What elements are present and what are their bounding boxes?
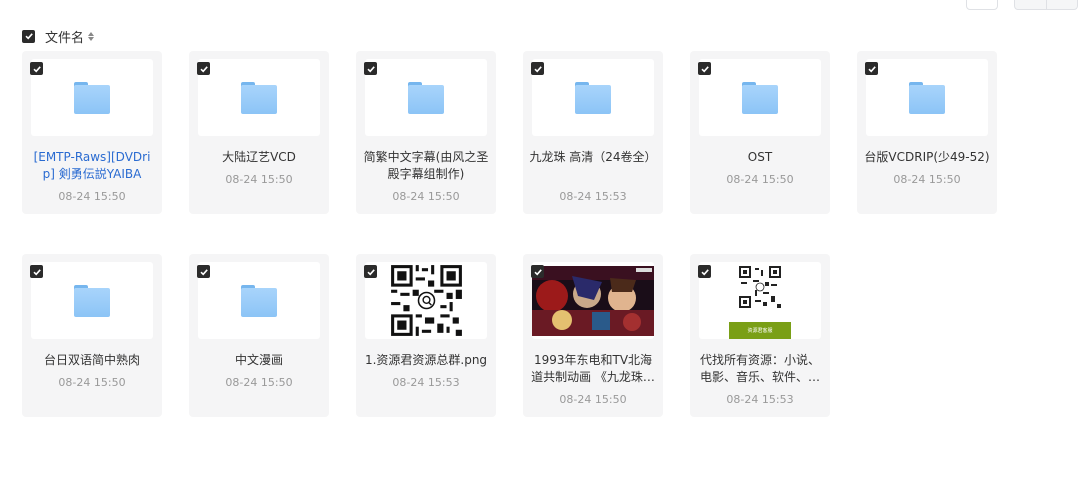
file-name[interactable]: 简繁中文字幕(由风之圣殿字幕组制作)	[362, 149, 490, 183]
top-toolbar	[0, 0, 1081, 10]
file-card[interactable]: 台版VCDRIP(少49-52) 08-24 15:50	[857, 51, 997, 214]
file-date: 08-24 15:50	[893, 173, 961, 186]
ad-qr-thumbnail: 资源君客服	[729, 262, 791, 339]
check-icon	[533, 268, 542, 275]
sort-icon[interactable]	[88, 29, 95, 43]
sort-by-name[interactable]: 文件名	[45, 27, 84, 46]
file-name[interactable]: 1993年东电和TV北海道共制动画 《九龙珠…	[529, 352, 657, 386]
file-name[interactable]: 代找所有资源：小说、电影、音乐、软件、…	[696, 352, 824, 386]
list-header: 文件名	[22, 26, 95, 46]
folder-icon	[241, 284, 277, 317]
file-date: 08-24 15:50	[225, 173, 293, 186]
check-icon	[366, 65, 375, 72]
check-icon	[32, 268, 41, 275]
file-name[interactable]: OST	[696, 149, 824, 166]
file-date: 08-24 15:50	[392, 190, 460, 203]
check-icon	[533, 65, 542, 72]
file-checkbox[interactable]	[698, 62, 711, 75]
folder-icon	[575, 81, 611, 114]
file-card[interactable]: OST 08-24 15:50	[690, 51, 830, 214]
check-icon	[24, 33, 33, 40]
qr-code-icon	[739, 266, 781, 308]
file-date: 08-24 15:53	[392, 376, 460, 389]
check-icon	[700, 65, 709, 72]
ad-bar: 资源君客服	[729, 322, 791, 339]
file-name[interactable]: 台版VCDRIP(少49-52)	[863, 149, 991, 166]
file-checkbox[interactable]	[197, 62, 210, 75]
folder-icon	[909, 81, 945, 114]
file-card[interactable]: 台日双语简中熟肉 08-24 15:50	[22, 254, 162, 417]
file-checkbox[interactable]	[531, 265, 544, 278]
qr-code-thumbnail	[387, 262, 465, 339]
file-name[interactable]: 台日双语简中熟肉	[28, 352, 156, 369]
file-name[interactable]: 九龙珠 高清（24卷全）	[529, 149, 657, 166]
file-date: 08-24 15:53	[726, 393, 794, 406]
file-card[interactable]: 大陆辽艺VCD 08-24 15:50	[189, 51, 329, 214]
folder-icon	[74, 284, 110, 317]
file-name[interactable]: [EMTP-Raws][DVDrip] 剣勇伝説YAIBA	[28, 149, 156, 183]
file-thumbnail	[198, 59, 320, 136]
file-date: 08-24 15:50	[58, 376, 126, 389]
file-thumbnail	[365, 59, 487, 136]
file-card[interactable]: 简繁中文字幕(由风之圣殿字幕组制作) 08-24 15:50	[356, 51, 496, 214]
anime-poster-thumbnail	[532, 265, 654, 336]
file-card[interactable]: 九龙珠 高清（24卷全） 08-24 15:53	[523, 51, 663, 214]
file-checkbox[interactable]	[531, 62, 544, 75]
file-thumbnail	[198, 262, 320, 339]
file-checkbox[interactable]	[30, 62, 43, 75]
check-icon	[199, 65, 208, 72]
file-date: 08-24 15:50	[58, 190, 126, 203]
file-checkbox[interactable]	[364, 62, 377, 75]
folder-icon	[408, 81, 444, 114]
file-thumbnail: 资源君客服	[699, 262, 821, 339]
file-checkbox[interactable]	[30, 265, 43, 278]
file-thumbnail	[31, 262, 153, 339]
file-thumbnail	[365, 262, 487, 339]
file-card[interactable]: 1993年东电和TV北海道共制动画 《九龙珠… 08-24 15:50	[523, 254, 663, 417]
check-icon	[700, 268, 709, 275]
file-thumbnail	[31, 59, 153, 136]
file-thumbnail	[532, 262, 654, 339]
file-thumbnail	[866, 59, 988, 136]
file-date: 08-24 15:50	[559, 393, 627, 406]
file-date: 08-24 15:50	[225, 376, 293, 389]
file-card[interactable]: 1.资源君资源总群.png 08-24 15:53	[356, 254, 496, 417]
file-name[interactable]: 大陆辽艺VCD	[195, 149, 323, 166]
file-thumbnail	[532, 59, 654, 136]
file-checkbox[interactable]	[364, 265, 377, 278]
folder-icon	[74, 81, 110, 114]
file-checkbox[interactable]	[197, 265, 210, 278]
check-icon	[366, 268, 375, 275]
select-all-checkbox[interactable]	[22, 29, 35, 43]
check-icon	[199, 268, 208, 275]
file-checkbox[interactable]	[698, 265, 711, 278]
file-card[interactable]: 中文漫画 08-24 15:50	[189, 254, 329, 417]
file-card[interactable]: [EMTP-Raws][DVDrip] 剣勇伝説YAIBA 08-24 15:5…	[22, 51, 162, 214]
view-toggle[interactable]	[1014, 0, 1078, 10]
file-checkbox[interactable]	[865, 62, 878, 75]
toolbar-button[interactable]	[966, 0, 998, 10]
file-date: 08-24 15:50	[726, 173, 794, 186]
file-date: 08-24 15:53	[559, 190, 627, 203]
check-icon	[867, 65, 876, 72]
file-name[interactable]: 中文漫画	[195, 352, 323, 369]
folder-icon	[742, 81, 778, 114]
file-name[interactable]: 1.资源君资源总群.png	[362, 352, 490, 369]
folder-icon	[241, 81, 277, 114]
file-thumbnail	[699, 59, 821, 136]
check-icon	[32, 65, 41, 72]
file-card[interactable]: 资源君客服 代找所有资源：小说、电影、音乐、软件、… 08-24 15:53	[690, 254, 830, 417]
